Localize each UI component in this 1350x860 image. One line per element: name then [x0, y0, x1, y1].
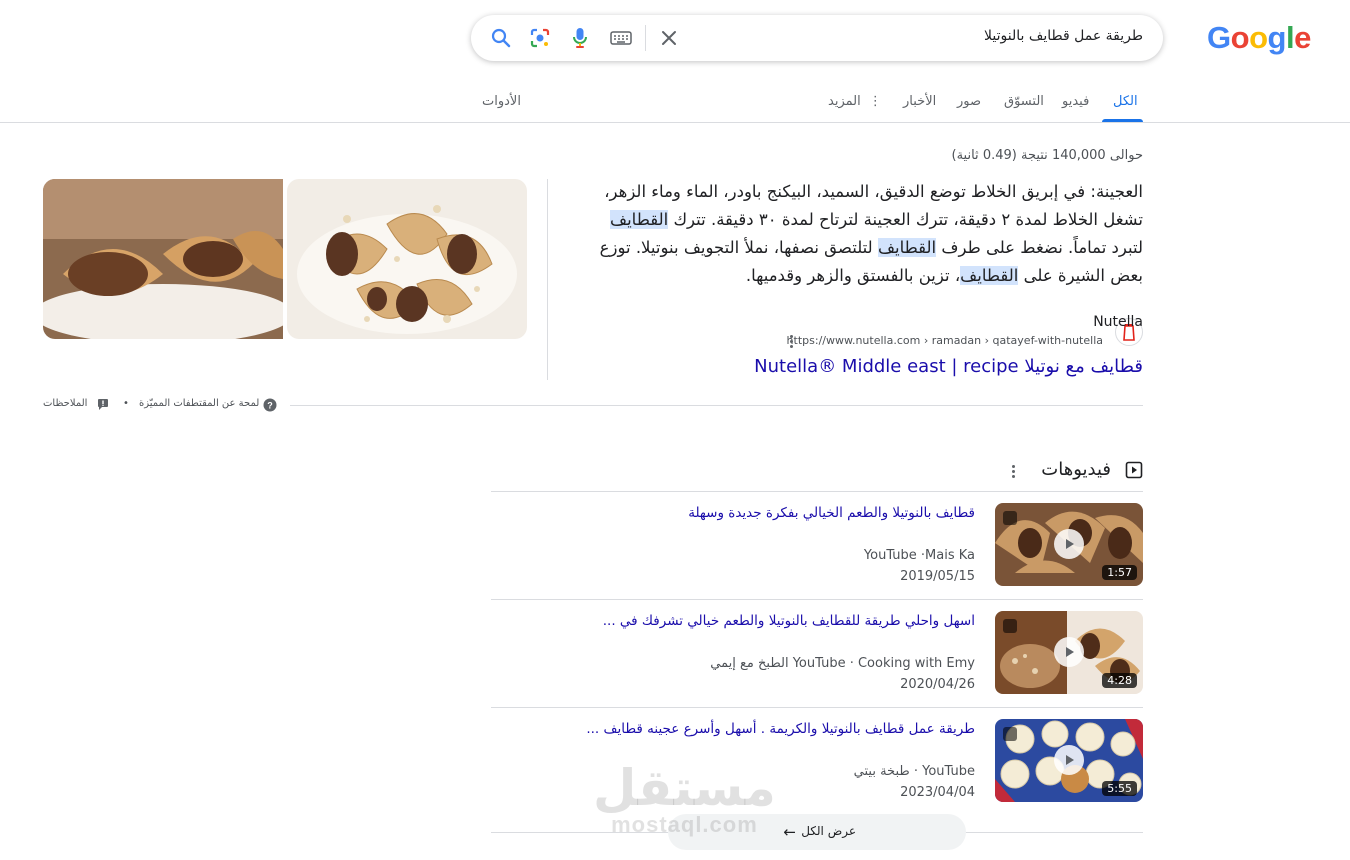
snippet-image-qatayef-closeup[interactable]	[43, 179, 283, 339]
keyboard-icon[interactable]	[609, 26, 633, 50]
video-title-link[interactable]: قطايف بالنوتيلا والطعم الخيالي بفكرة جدي…	[688, 505, 975, 521]
video-title-link[interactable]: اسهل واحلي طريقة للقطايف بالنوتيلا والطع…	[603, 613, 975, 629]
watermark-latin: mostaql.com	[611, 812, 758, 837]
view-all-label: عرض الكل	[801, 824, 856, 838]
tab-tools[interactable]: الأدوات	[482, 94, 521, 109]
play-icon	[1054, 637, 1084, 667]
about-featured-snippets-link[interactable]: لمحة عن المقتطفات المميّزة	[139, 398, 259, 409]
video-date: 2020/04/26	[900, 677, 975, 692]
tab-shopping[interactable]: التسوّق	[1004, 94, 1044, 109]
video-duration: 5:55	[1102, 781, 1137, 796]
video-thumbnail[interactable]: 4:28	[995, 611, 1143, 694]
snippet-divider	[547, 179, 548, 380]
feedback-separator: •	[123, 398, 129, 409]
expand-icon	[1003, 511, 1017, 525]
video-date: 2019/05/15	[900, 569, 975, 584]
snippet-image-qatayef-plate[interactable]	[287, 179, 527, 339]
microphone-icon[interactable]	[568, 26, 592, 50]
featured-snippet-text: العجينة: في إبريق الخلاط توضع الدقيق، ال…	[599, 182, 1143, 285]
video-section-icon	[1125, 461, 1143, 483]
search-icon[interactable]	[489, 26, 513, 50]
play-icon	[1054, 745, 1084, 775]
search-input[interactable]: طريقة عمل قطايف بالنوتيلا	[984, 28, 1143, 44]
mostaql-watermark: مستقل mostaql.com	[593, 760, 776, 838]
search-tabs: الكل فيديو التسوّق صور الأخبار المزيد ⋮ …	[0, 84, 1350, 122]
video-duration: 4:28	[1102, 673, 1137, 688]
tab-more[interactable]: المزيد ⋮	[828, 94, 882, 109]
arrow-left-icon: ←	[783, 823, 796, 841]
logo-letter: l	[1285, 20, 1295, 55]
videos-title: فيديوهات	[1041, 459, 1111, 480]
video-result[interactable]: 1:57 قطايف بالنوتيلا والطعم الخيالي بفكر…	[491, 491, 1143, 600]
video-source: YouTube · Cooking with Emy الطبخ مع إيمي	[710, 656, 975, 671]
result-stats: حوالى 140,000 نتيجة (0.49 ثانية)	[951, 148, 1143, 163]
logo-letter: G	[1207, 20, 1231, 55]
expand-icon	[1003, 619, 1017, 633]
snippet-feedback: ? لمحة عن المقتطفات المميّزة • الملاحظات	[43, 398, 1143, 414]
feedback-link[interactable]: الملاحظات	[43, 398, 87, 409]
search-box[interactable]: طريقة عمل قطايف بالنوتيلا	[471, 15, 1163, 61]
more-dots-icon: ⋮	[868, 94, 882, 109]
video-source: YouTube · طبخة بيتي	[853, 764, 975, 779]
source-url[interactable]: https://www.nutella.com › ramadan › qata…	[787, 334, 1103, 347]
play-icon	[1054, 529, 1084, 559]
watermark-arabic: مستقل	[593, 759, 776, 817]
tab-videos[interactable]: فيديو	[1062, 94, 1089, 109]
more-label: المزيد	[828, 94, 861, 109]
lens-icon[interactable]	[528, 26, 552, 50]
svg-text:?: ?	[267, 401, 273, 411]
help-icon[interactable]: ?	[263, 398, 277, 415]
logo-letter: o	[1249, 20, 1268, 55]
source-title-link[interactable]: قطايف مع نوتيلا Nutella® Middle east | r…	[754, 356, 1143, 377]
tab-news[interactable]: الأخبار	[903, 94, 936, 109]
video-source: YouTube ·Mais Ka	[863, 548, 975, 563]
video-thumbnail[interactable]: 5:55	[995, 719, 1143, 802]
video-duration: 1:57	[1102, 565, 1137, 580]
video-result[interactable]: 5:55 طريقة عمل قطايف بالنوتيلا والكريمة …	[491, 707, 1143, 816]
videos-menu-icon[interactable]	[1012, 465, 1016, 480]
feedback-flag-icon[interactable]	[97, 398, 109, 413]
tab-images[interactable]: صور	[957, 94, 981, 109]
video-result[interactable]: 4:28 اسهل واحلي طريقة للقطايف بالنوتيلا …	[491, 599, 1143, 708]
tabs-divider	[0, 122, 1350, 123]
search-divider	[645, 25, 646, 51]
videos-header: فيديوهات	[1003, 458, 1143, 484]
logo-letter: e	[1294, 20, 1311, 55]
source-name[interactable]: Nutella	[1093, 314, 1143, 330]
video-title-link[interactable]: طريقة عمل قطايف بالنوتيلا والكريمة . أسه…	[586, 721, 975, 737]
tab-all[interactable]: الكل	[1113, 94, 1138, 109]
video-date: 2023/04/04	[900, 785, 975, 800]
expand-icon	[1003, 727, 1017, 741]
source-menu-icon[interactable]	[790, 335, 794, 350]
logo-letter: o	[1230, 20, 1250, 55]
logo-letter: g	[1267, 20, 1287, 55]
clear-icon[interactable]	[657, 26, 681, 50]
video-thumbnail[interactable]: 1:57	[995, 503, 1143, 586]
google-logo[interactable]: Google	[1207, 20, 1311, 56]
